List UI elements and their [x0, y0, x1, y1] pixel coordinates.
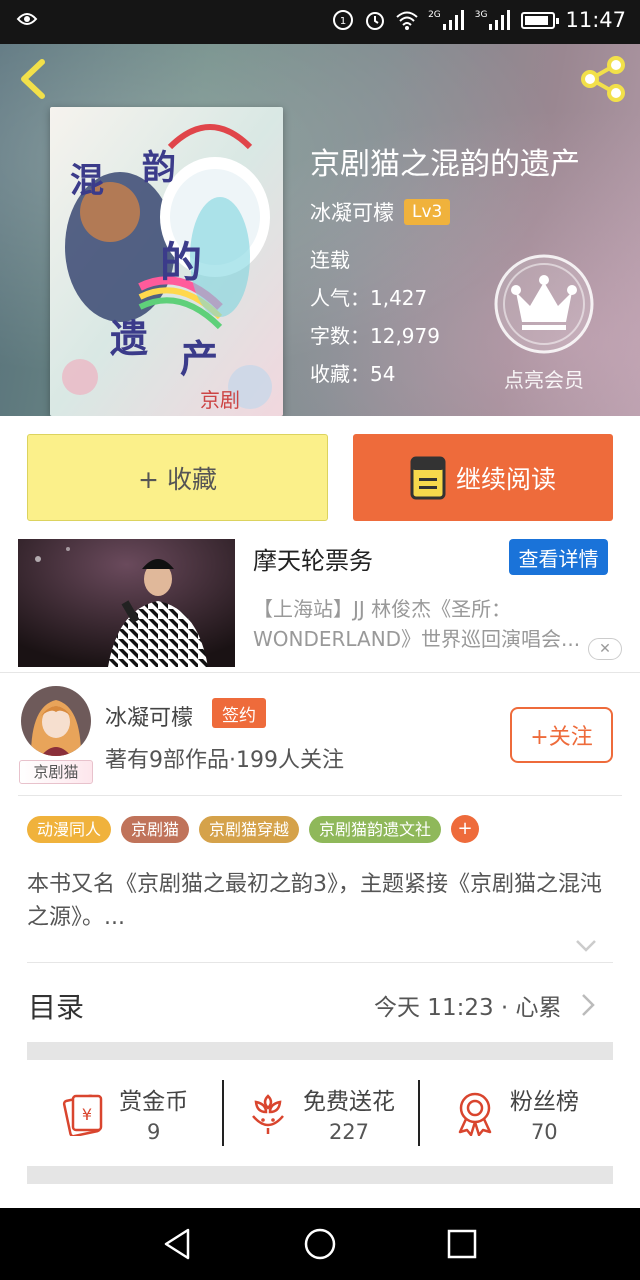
nav-recents-icon[interactable] [444, 1226, 480, 1262]
reward-stats: ¥ 赏金币 9 免费送花 227 粉丝榜 70 [27, 1078, 613, 1148]
clock: 11:47 [565, 8, 626, 32]
tag-item[interactable]: 京剧猫韵遗文社 [309, 815, 442, 843]
book-description[interactable]: 本书又名《京剧猫之最初之韵3》，主题紧接《京剧猫之混沌之源》。... [27, 868, 617, 934]
favorites-stat: 收藏：54 [310, 362, 396, 386]
fan-ranking[interactable]: 粉丝榜 70 [417, 1078, 613, 1148]
battery-level [525, 15, 548, 25]
ad-title[interactable]: 摩天轮票务 [253, 541, 373, 576]
status-bar: 1 2G 3G 11:47 [0, 0, 640, 44]
book-title: 京剧猫之混韵的遗产 [310, 147, 580, 182]
nav-back-icon[interactable] [160, 1226, 196, 1262]
member-crown-icon[interactable] [494, 254, 594, 354]
fan-ranking-label: 粉丝榜 [509, 1089, 579, 1115]
svg-text:1: 1 [340, 16, 346, 27]
reward-coins-label: 赏金币 [119, 1089, 189, 1115]
alarm-icon [366, 12, 385, 30]
svg-text:遗: 遗 [110, 317, 148, 361]
header-author-name[interactable]: 冰凝可檬 [310, 197, 394, 227]
nav-home-icon[interactable] [302, 1226, 338, 1262]
continue-reading-button[interactable]: 继续阅读 [353, 434, 613, 521]
divider [0, 672, 640, 673]
notification-icon [16, 9, 38, 34]
collect-button[interactable]: + 收藏 [27, 434, 328, 521]
signed-badge: 签约 [212, 698, 266, 728]
medal-icon [458, 1092, 492, 1136]
tag-list: 动漫同人 京剧猫 京剧猫穿越 京剧猫韵遗文社 + [27, 815, 480, 843]
free-flowers-label: 免费送花 [302, 1089, 395, 1115]
svg-text:的: 的 [160, 238, 202, 287]
serial-status: 连载 [310, 248, 350, 272]
ad-close-icon[interactable]: ✕ [588, 638, 622, 660]
toc-update-info[interactable]: 今天 11:23 · 心累 [374, 988, 562, 1022]
back-icon[interactable] [14, 56, 54, 102]
free-flowers[interactable]: 免费送花 227 [222, 1078, 417, 1148]
tag-item[interactable]: 京剧猫穿越 [199, 815, 300, 843]
red-envelope-icon: ¥ [63, 1094, 103, 1136]
level-badge: Lv3 [404, 199, 451, 225]
author-name[interactable]: 冰凝可檬 [105, 700, 193, 732]
tag-item[interactable]: 动漫同人 [27, 815, 112, 843]
author-info: 著有9部作品·199人关注 [105, 748, 344, 773]
signal-3g-icon: 3G [475, 10, 512, 30]
divider [27, 962, 613, 963]
book-icon [410, 456, 446, 499]
word-count-stat: 字数：12,979 [310, 324, 440, 348]
ad-image[interactable] [18, 539, 235, 667]
svg-text:混: 混 [70, 161, 104, 201]
author-avatar[interactable] [21, 686, 91, 756]
ad-detail-button[interactable]: 查看详情 [509, 539, 608, 575]
svg-text:京剧: 京剧 [200, 388, 240, 412]
toc-label[interactable]: 目录 [28, 986, 84, 1026]
reward-coins[interactable]: ¥ 赏金币 9 [27, 1078, 222, 1148]
svg-text:¥: ¥ [82, 1105, 92, 1124]
battery-icon [521, 11, 560, 29]
book-header: 混 韵 的 遗 产 京剧 京剧猫之混韵的遗产 冰凝可檬 Lv3 连载 人气：1,… [0, 44, 640, 416]
signal-2g-icon: 2G [428, 10, 465, 30]
continue-reading-label: 继续阅读 [455, 464, 556, 494]
svg-text:韵: 韵 [142, 148, 176, 188]
reward-coins-value: 9 [146, 1120, 161, 1144]
add-tag-button[interactable]: + [451, 815, 480, 843]
svg-text:产: 产 [180, 337, 218, 381]
section-separator [27, 1166, 613, 1184]
member-label[interactable]: 点亮会员 [486, 364, 602, 393]
popularity-stat: 人气：1,427 [310, 286, 428, 310]
follow-button[interactable]: +关注 [510, 707, 613, 763]
ad-description[interactable]: 【上海站】JJ 林俊杰《圣所：WONDERLAND》世界巡回演唱会... [253, 594, 613, 654]
flower-icon [252, 1094, 284, 1134]
chevron-right-icon[interactable] [580, 992, 596, 1018]
divider [18, 795, 622, 796]
book-detail-page: 1 2G 3G 11:47 混 韵 的 遗 产 京剧 京剧猫之混韵的遗产 冰凝可… [0, 0, 640, 1280]
system-nav-bar [0, 1208, 640, 1280]
chevron-down-icon[interactable] [574, 938, 598, 954]
fan-ranking-value: 70 [530, 1120, 558, 1144]
wifi-icon [396, 11, 418, 30]
free-flowers-value: 227 [328, 1120, 370, 1144]
data-saver-icon: 1 [333, 10, 354, 30]
section-separator [27, 1042, 613, 1060]
avatar-tag: 京剧猫 [19, 760, 93, 784]
share-icon[interactable] [580, 56, 628, 102]
tag-item[interactable]: 京剧猫 [121, 815, 190, 843]
book-cover[interactable]: 混 韵 的 遗 产 京剧 [50, 107, 283, 416]
